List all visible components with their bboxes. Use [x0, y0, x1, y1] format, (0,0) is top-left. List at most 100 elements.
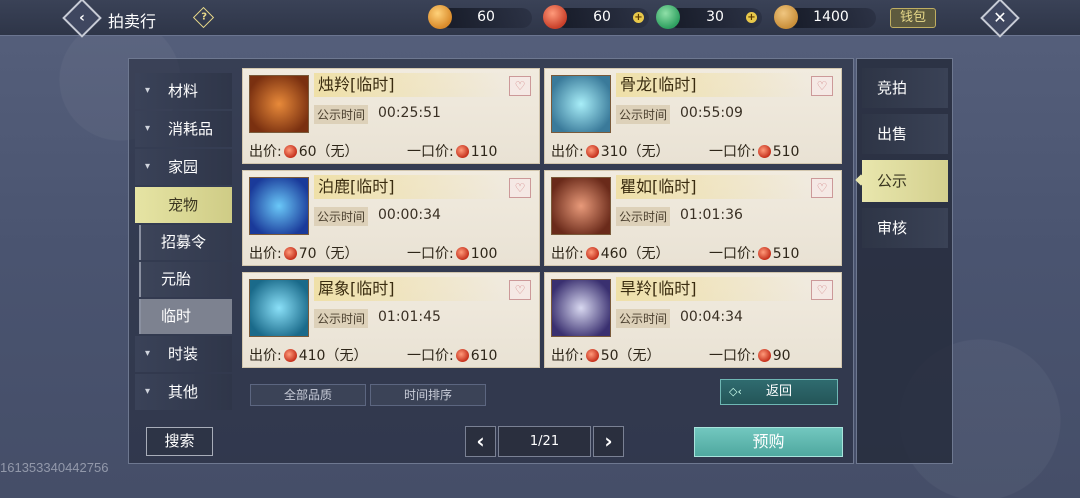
- coin-icon: [455, 247, 469, 260]
- category-label: 宠物: [168, 196, 199, 214]
- currency-gold-value: 60: [477, 9, 495, 25]
- back-arrow-icon: ◇‹: [729, 385, 742, 398]
- pet-thumbnail: [249, 279, 309, 337]
- copper-coin-icon: [774, 5, 798, 29]
- buyout-price: 一口价: 510: [709, 246, 800, 262]
- quality-filter-button[interactable]: 全部品质: [250, 384, 366, 406]
- auction-card[interactable]: 骨龙[临时] ♡ 公示时间 00:55:09 出价: 310（无） 一口价: 510: [544, 68, 842, 164]
- chevron-down-icon: ▾: [145, 386, 151, 397]
- pet-thumbnail: [551, 75, 611, 133]
- coin-icon: [757, 349, 771, 362]
- pet-thumbnail: [249, 177, 309, 235]
- gold-ingot-icon: [428, 5, 452, 29]
- top-bar: ‹ 拍卖行 ? 60 60 + 30 + 1400 钱包 ✕: [0, 0, 1080, 38]
- publish-label: 公示时间: [314, 105, 369, 124]
- tab-review[interactable]: 审核: [862, 208, 948, 248]
- auction-card[interactable]: 瞿如[临时] ♡ 公示时间 01:01:36 出价: 460（无） 一口价: 510: [544, 170, 842, 266]
- bid-price: 出价: 70（无）: [249, 246, 359, 262]
- bid-price: 出价: 50（无）: [551, 348, 661, 364]
- coin-icon: [585, 349, 599, 362]
- page-title: 拍卖行: [108, 12, 157, 31]
- help-icon: ?: [201, 11, 208, 23]
- chevron-down-icon: ▾: [145, 123, 151, 134]
- pet-thumbnail: [249, 75, 309, 133]
- return-label: 返回: [765, 384, 792, 399]
- coin-icon: [455, 145, 469, 158]
- coin-icon: [283, 145, 297, 158]
- search-button[interactable]: 搜索: [146, 427, 213, 456]
- watermark-id: 161353340442756: [0, 460, 109, 475]
- jade-coin-icon: [656, 5, 680, 29]
- favorite-heart-icon[interactable]: ♡: [811, 280, 833, 300]
- pet-name: 骨龙[临时]: [616, 73, 806, 97]
- publish-label: 公示时间: [616, 309, 671, 328]
- tab-sell[interactable]: 出售: [862, 114, 948, 154]
- category-home[interactable]: ▾ 家园: [135, 149, 232, 185]
- preorder-button[interactable]: 预购: [694, 427, 843, 457]
- back-arrow-icon: ‹: [79, 10, 85, 26]
- bid-price: 出价: 410（无）: [249, 348, 368, 364]
- pet-name: 旱羚[临时]: [616, 277, 806, 301]
- publish-label: 公示时间: [616, 105, 671, 124]
- pet-thumbnail: [551, 177, 611, 235]
- chevron-down-icon: ▾: [145, 348, 151, 359]
- pet-name: 瞿如[临时]: [616, 175, 806, 199]
- pet-name: 犀象[临时]: [314, 277, 504, 301]
- coin-icon: [585, 145, 599, 158]
- bid-price: 出价: 460（无）: [551, 246, 670, 262]
- add-jade-coin-icon[interactable]: +: [746, 12, 757, 23]
- auction-card[interactable]: 烛羚[临时] ♡ 公示时间 00:25:51 出价: 60（无） 一口价: 110: [242, 68, 540, 164]
- currency-gold: 60: [440, 8, 532, 28]
- category-label: 消耗品: [168, 120, 214, 138]
- pet-thumbnail: [551, 279, 611, 337]
- pet-name: 泊鹿[临时]: [314, 175, 504, 199]
- category-other[interactable]: ▾ 其他: [135, 374, 232, 410]
- coin-icon: [283, 247, 297, 260]
- back-button[interactable]: ‹: [62, 0, 102, 38]
- close-icon: ✕: [993, 8, 1007, 27]
- subcategory-embryo[interactable]: 元胎: [139, 262, 232, 297]
- bid-price: 出价: 310（无）: [551, 144, 670, 160]
- favorite-heart-icon[interactable]: ♡: [509, 280, 531, 300]
- publish-time: 01:01:36: [680, 207, 743, 223]
- category-label: 时装: [168, 345, 199, 363]
- publish-label: 公示时间: [314, 207, 369, 226]
- subcategory-temporary[interactable]: 临时: [139, 299, 232, 334]
- help-button[interactable]: ?: [192, 6, 215, 29]
- auction-card[interactable]: 旱羚[临时] ♡ 公示时间 00:04:34 出价: 50（无） 一口价: 90: [544, 272, 842, 368]
- currency-copper: 1400: [786, 8, 876, 28]
- publish-time: 00:00:34: [378, 207, 441, 223]
- add-red-coin-icon[interactable]: +: [633, 12, 644, 23]
- publish-time: 00:25:51: [378, 105, 441, 121]
- coin-icon: [283, 349, 297, 362]
- buyout-price: 一口价: 110: [407, 144, 498, 160]
- auction-card[interactable]: 犀象[临时] ♡ 公示时间 01:01:45 出价: 410（无） 一口价: 610: [242, 272, 540, 368]
- return-button[interactable]: ◇‹ 返回: [720, 379, 838, 405]
- favorite-heart-icon[interactable]: ♡: [811, 178, 833, 198]
- category-label: 家园: [168, 158, 199, 176]
- publish-label: 公示时间: [616, 207, 671, 226]
- sort-filter-button[interactable]: 时间排序: [370, 384, 486, 406]
- favorite-heart-icon[interactable]: ♡: [509, 178, 531, 198]
- coin-icon: [757, 247, 771, 260]
- category-consumables[interactable]: ▾ 消耗品: [135, 111, 232, 147]
- wallet-button[interactable]: 钱包: [890, 8, 936, 28]
- category-pets[interactable]: 宠物: [135, 187, 232, 223]
- category-fashion[interactable]: ▾ 时装: [135, 336, 232, 372]
- prev-page-button[interactable]: ‹: [465, 426, 496, 457]
- buyout-price: 一口价: 610: [407, 348, 498, 364]
- favorite-heart-icon[interactable]: ♡: [509, 76, 531, 96]
- tab-bid[interactable]: 竞拍: [862, 68, 948, 108]
- auction-card[interactable]: 泊鹿[临时] ♡ 公示时间 00:00:34 出价: 70（无） 一口价: 100: [242, 170, 540, 266]
- category-materials[interactable]: ▾ 材料: [135, 73, 232, 109]
- bid-price: 出价: 60（无）: [249, 144, 359, 160]
- close-button[interactable]: ✕: [980, 0, 1020, 38]
- publish-time: 00:04:34: [680, 309, 743, 325]
- favorite-heart-icon[interactable]: ♡: [811, 76, 833, 96]
- tab-public[interactable]: 公示: [862, 160, 948, 202]
- next-page-button[interactable]: ›: [593, 426, 624, 457]
- subcategory-recruit[interactable]: 招募令: [139, 225, 232, 260]
- pet-name: 烛羚[临时]: [314, 73, 504, 97]
- category-label: 材料: [168, 82, 199, 100]
- publish-label: 公示时间: [314, 309, 369, 328]
